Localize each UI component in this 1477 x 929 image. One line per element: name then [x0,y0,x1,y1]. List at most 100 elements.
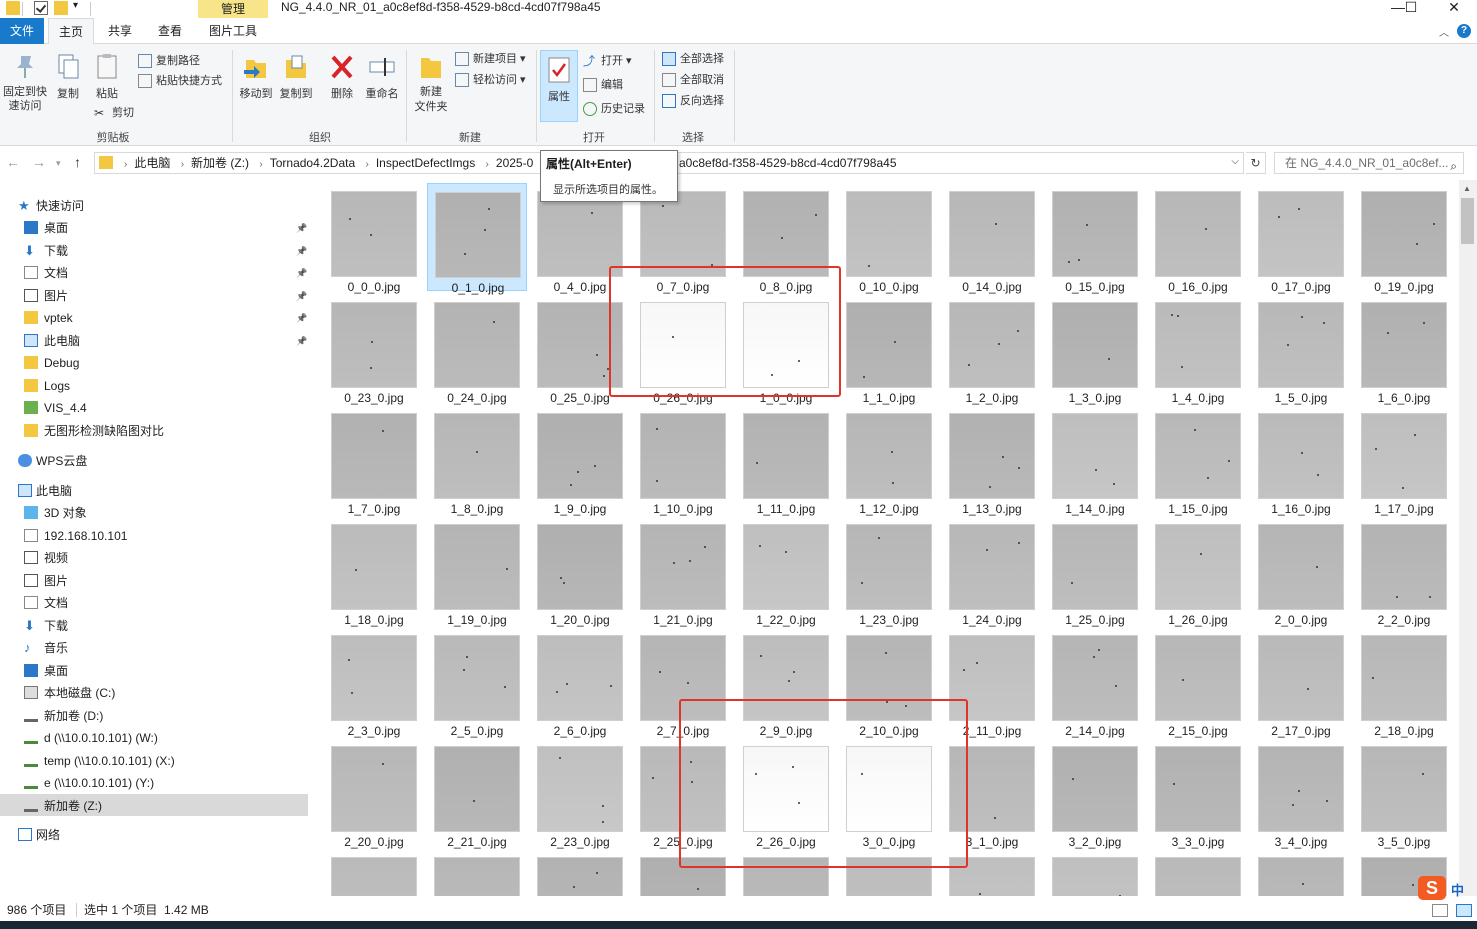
file-thumbnail[interactable]: 1_25_0.jpg [1045,516,1145,627]
file-thumbnail[interactable]: 2_6_0.jpg [530,627,630,738]
breadcrumb-item[interactable]: 新加卷 (Z:) [191,156,249,170]
copy-to-button[interactable]: 复制到 [278,52,314,101]
copy-path-button[interactable]: 复制路径 [138,52,200,70]
file-thumbnail[interactable]: 2_15_0.jpg [1148,627,1248,738]
invert-selection-button[interactable]: 反向选择 [662,92,724,110]
pin-icon[interactable]: 📌 [296,285,307,307]
file-thumbnail[interactable]: 0_10_0.jpg [839,183,939,294]
file-thumbnail[interactable]: 1_6_0.jpg [1354,294,1454,405]
file-thumbnail[interactable]: 3_2_0.jpg [1045,738,1145,849]
file-thumbnail[interactable]: 1_4_0.jpg [1148,294,1248,405]
edit-button[interactable]: 编辑 [583,76,623,94]
file-thumbnail[interactable]: 1_15_0.jpg [1148,405,1248,516]
close-button[interactable]: ✕ [1431,0,1477,16]
file-thumbnail[interactable] [1148,849,1248,896]
file-thumbnail[interactable]: 1_22_0.jpg [736,516,836,627]
file-thumbnail[interactable]: 2_0_0.jpg [1251,516,1351,627]
file-thumbnail[interactable]: 1_19_0.jpg [427,516,527,627]
file-thumbnail[interactable]: 1_16_0.jpg [1251,405,1351,516]
delete-button[interactable]: 删除 [326,52,358,101]
chevron-down-icon[interactable]: ⌵ [1231,156,1239,167]
new-folder-button[interactable]: 新建 文件夹 [410,52,452,115]
breadcrumb-item[interactable]: 2025-0 [496,156,533,170]
file-thumbnail[interactable]: 0_16_0.jpg [1148,183,1248,294]
forward-arrow-icon[interactable]: → [32,154,46,170]
chevron-up-icon[interactable]: ︿ [1439,24,1449,39]
details-view-icon[interactable] [1432,904,1448,917]
file-thumbnail[interactable]: 1_9_0.jpg [530,405,630,516]
pin-icon[interactable]: 📌 [296,307,307,329]
file-thumbnail[interactable]: 0_17_0.jpg [1251,183,1351,294]
back-arrow-icon[interactable]: ← [6,154,20,170]
file-thumbnail[interactable]: 2_3_0.jpg [324,627,424,738]
file-thumbnail[interactable]: 1_11_0.jpg [736,405,836,516]
pin-icon[interactable]: 📌 [296,240,307,262]
pin-quick-access-button[interactable]: 固定到快 速访问 [2,52,48,113]
file-thumbnail[interactable]: 2_14_0.jpg [1045,627,1145,738]
breadcrumb-item[interactable]: Tornado4.2Data [270,156,355,170]
vertical-scrollbar[interactable]: ▲ [1459,180,1477,896]
breadcrumb-item[interactable]: InspectDefectImgs [376,156,475,170]
file-thumbnail[interactable]: 0_24_0.jpg [427,294,527,405]
file-thumbnail[interactable] [530,849,630,896]
chevron-down-icon[interactable]: ▾ [73,0,78,11]
file-thumbnail[interactable]: 2_2_0.jpg [1354,516,1454,627]
tab-home[interactable]: 主页 [48,18,94,45]
file-thumbnail[interactable]: 2_21_0.jpg [427,738,527,849]
scrollbar-thumb[interactable] [1461,198,1474,244]
file-thumbnail[interactable]: 1_7_0.jpg [324,405,424,516]
file-thumbnail[interactable]: 1_18_0.jpg [324,516,424,627]
pin-icon[interactable]: 📌 [296,262,307,284]
file-thumbnail[interactable]: 1_5_0.jpg [1251,294,1351,405]
refresh-icon[interactable]: ↻ [1246,152,1266,174]
help-icon[interactable]: ? [1457,24,1471,38]
cut-button[interactable]: ✂ 剪切 [94,104,134,122]
file-thumbnail[interactable]: 0_19_0.jpg [1354,183,1454,294]
scroll-up-icon[interactable]: ▲ [1463,184,1471,193]
open-button[interactable]: ⤴ 打开 ▾ [583,52,632,70]
recent-locations-chevron-icon[interactable]: ▾ [56,158,61,169]
large-icons-view-icon[interactable] [1456,904,1472,917]
file-thumbnail[interactable]: 1_24_0.jpg [942,516,1042,627]
rename-button[interactable]: 重命名 [362,52,402,101]
ime-mode-indicator[interactable]: 中 [1451,880,1464,899]
new-folder-quick-icon[interactable] [54,1,68,15]
breadcrumb-item[interactable]: a0c8ef8d-f358-4529-b8cd-4cd07f798a45 [679,153,897,173]
move-to-button[interactable]: 移动到 [238,52,274,101]
easy-access-button[interactable]: 轻松访问 ▾ [455,71,526,89]
file-thumbnail[interactable]: 2_23_0.jpg [530,738,630,849]
file-thumbnail[interactable]: 1_13_0.jpg [942,405,1042,516]
file-thumbnail[interactable]: 2_18_0.jpg [1354,627,1454,738]
file-thumbnail[interactable]: 1_10_0.jpg [633,405,733,516]
file-thumbnail[interactable]: 1_26_0.jpg [1148,516,1248,627]
maximize-button[interactable]: ☐ [1388,0,1434,16]
copy-button[interactable]: 复制 [52,52,84,101]
file-thumbnail[interactable]: 0_23_0.jpg [324,294,424,405]
file-thumbnail[interactable]: 3_4_0.jpg [1251,738,1351,849]
file-thumbnail[interactable]: 2_20_0.jpg [324,738,424,849]
file-thumbnail[interactable] [427,849,527,896]
tab-view[interactable]: 查看 [150,18,190,44]
file-thumbnail[interactable]: 1_12_0.jpg [839,405,939,516]
file-thumbnail[interactable]: 2_5_0.jpg [427,627,527,738]
file-thumbnail[interactable] [1251,849,1351,896]
file-thumbnail[interactable]: 0_15_0.jpg [1045,183,1145,294]
select-none-button[interactable]: 全部取消 [662,71,724,89]
history-button[interactable]: 历史记录 [583,100,645,118]
file-thumbnail[interactable] [1045,849,1145,896]
pin-icon[interactable]: 📌 [296,330,307,352]
new-item-button[interactable]: 新建项目 ▾ [455,50,526,68]
paste-button[interactable]: 粘贴 [90,52,124,101]
file-thumbnail[interactable]: 1_23_0.jpg [839,516,939,627]
manage-context-tab[interactable]: 管理 [198,0,268,18]
file-thumbnail[interactable]: 1_14_0.jpg [1045,405,1145,516]
sogou-ime-icon[interactable]: S [1418,876,1446,900]
search-input[interactable]: 在 NG_4.4.0_NR_01_a0c8ef... ⌕ [1274,152,1464,174]
paste-shortcut-button[interactable]: 粘贴快捷方式 [138,72,222,90]
file-thumbnail[interactable]: 1_20_0.jpg [530,516,630,627]
file-thumbnail[interactable]: 3_5_0.jpg [1354,738,1454,849]
file-thumbnail[interactable]: 1_1_0.jpg [839,294,939,405]
file-thumbnail[interactable]: 3_3_0.jpg [1148,738,1248,849]
pin-icon[interactable]: 📌 [296,217,307,239]
file-thumbnail[interactable]: 1_21_0.jpg [633,516,733,627]
